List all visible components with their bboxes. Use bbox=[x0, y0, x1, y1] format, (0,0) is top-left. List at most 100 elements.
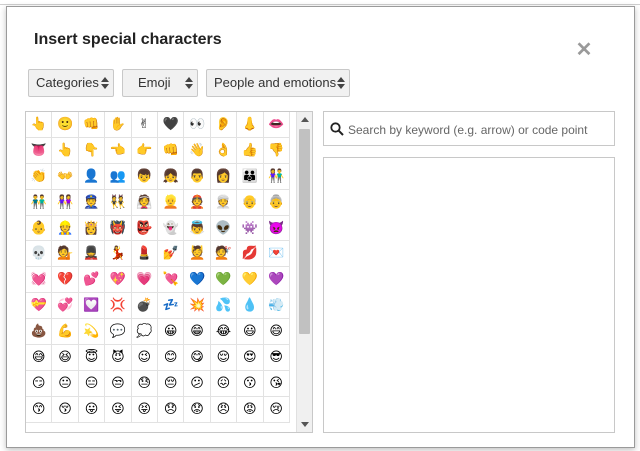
character-cell[interactable]: 👨 bbox=[184, 163, 211, 190]
character-cell[interactable]: 👎 bbox=[263, 137, 290, 164]
character-cell[interactable]: 💞 bbox=[52, 293, 79, 320]
character-cell[interactable]: 👋 bbox=[184, 137, 211, 164]
character-cell[interactable]: 👬 bbox=[26, 189, 53, 216]
character-cell[interactable]: 👊 bbox=[78, 112, 106, 138]
character-cell[interactable]: 💗 bbox=[131, 267, 158, 294]
character-cell[interactable]: 😊 bbox=[157, 345, 185, 371]
character-cell[interactable]: 👩 bbox=[210, 163, 238, 190]
search-input[interactable] bbox=[346, 115, 612, 144]
character-cell[interactable]: 👾 bbox=[237, 215, 264, 242]
character-cell[interactable]: 💦 bbox=[210, 293, 238, 320]
character-cell[interactable]: 👹 bbox=[105, 215, 132, 242]
character-cell[interactable]: 👇 bbox=[78, 137, 106, 164]
character-cell[interactable]: 😎 bbox=[263, 345, 290, 371]
character-cell[interactable]: 👊 bbox=[157, 137, 185, 164]
character-cell[interactable]: 💚 bbox=[210, 267, 238, 294]
character-cell[interactable]: 💃 bbox=[105, 241, 132, 268]
character-cell[interactable]: 👽 bbox=[210, 215, 238, 242]
character-cell[interactable]: 👆 bbox=[52, 137, 79, 164]
scroll-thumb[interactable] bbox=[299, 129, 310, 334]
character-cell[interactable]: 💢 bbox=[105, 293, 132, 320]
character-cell[interactable]: 💕 bbox=[78, 267, 106, 294]
scroll-up-arrow-icon[interactable] bbox=[301, 117, 309, 122]
character-cell[interactable]: 👈 bbox=[105, 137, 132, 164]
character-cell[interactable]: 😆 bbox=[52, 345, 79, 371]
character-cell[interactable]: 💄 bbox=[131, 241, 158, 268]
character-cell[interactable]: 🙂 bbox=[52, 112, 79, 138]
character-cell[interactable]: 😑 bbox=[78, 370, 106, 397]
character-cell[interactable]: 👍 bbox=[237, 137, 264, 164]
character-cell[interactable]: 👲 bbox=[184, 189, 211, 216]
character-cell[interactable]: 💛 bbox=[237, 267, 264, 294]
category-type-dropdown[interactable]: Categories bbox=[28, 69, 114, 97]
grid-scrollbar[interactable] bbox=[296, 112, 312, 432]
character-cell[interactable]: 💆 bbox=[184, 241, 211, 268]
character-cell[interactable]: 😒 bbox=[105, 370, 132, 397]
character-cell[interactable]: 👵 bbox=[263, 189, 290, 216]
character-cell[interactable]: 😅 bbox=[26, 345, 53, 371]
character-cell[interactable]: 💌 bbox=[263, 241, 290, 268]
character-cell[interactable]: 👿 bbox=[263, 215, 290, 242]
character-cell[interactable]: 💪 bbox=[52, 319, 79, 346]
character-cell[interactable]: 💇 bbox=[210, 241, 238, 268]
character-cell[interactable]: 👧 bbox=[157, 163, 185, 190]
character-cell[interactable]: ✌ bbox=[131, 112, 158, 138]
character-cell[interactable]: 👼 bbox=[184, 215, 211, 242]
character-cell[interactable]: 😛 bbox=[78, 396, 106, 423]
character-cell[interactable]: 💬 bbox=[105, 319, 132, 346]
character-cell[interactable]: 👤 bbox=[78, 163, 106, 190]
character-cell[interactable]: 💘 bbox=[157, 267, 185, 294]
character-cell[interactable]: 😍 bbox=[237, 345, 264, 371]
character-cell[interactable]: 💣 bbox=[131, 293, 158, 320]
character-cell[interactable]: 👄 bbox=[263, 112, 290, 138]
character-cell[interactable]: 👏 bbox=[26, 163, 53, 190]
character-cell[interactable]: 👴 bbox=[237, 189, 264, 216]
character-set-dropdown[interactable]: Emoji bbox=[122, 69, 198, 97]
character-cell[interactable]: 👸 bbox=[78, 215, 106, 242]
character-cell[interactable]: 😂 bbox=[210, 319, 238, 346]
character-cell[interactable]: 😌 bbox=[210, 345, 238, 371]
character-cell[interactable]: 👰 bbox=[131, 189, 158, 216]
character-cell[interactable]: 💂 bbox=[78, 241, 106, 268]
character-cell[interactable]: 👥 bbox=[105, 163, 132, 190]
character-cell[interactable]: 👺 bbox=[131, 215, 158, 242]
character-cell[interactable]: 💝 bbox=[26, 293, 53, 320]
character-cell[interactable]: 😕 bbox=[184, 370, 211, 397]
character-cell[interactable]: 👐 bbox=[52, 163, 79, 190]
character-cell[interactable]: 💅 bbox=[157, 241, 185, 268]
character-cell[interactable]: 💖 bbox=[105, 267, 132, 294]
search-box[interactable] bbox=[323, 111, 615, 146]
character-cell[interactable]: 💭 bbox=[131, 319, 158, 346]
character-cell[interactable]: ✋ bbox=[105, 112, 132, 138]
character-cell[interactable]: 👅 bbox=[26, 137, 53, 164]
character-cell[interactable]: 😇 bbox=[78, 345, 106, 371]
character-cell[interactable]: 😝 bbox=[131, 396, 158, 423]
character-cell[interactable]: 💙 bbox=[184, 267, 211, 294]
character-cell[interactable]: 😙 bbox=[26, 396, 53, 423]
character-cell[interactable]: 💤 bbox=[157, 293, 185, 320]
character-cell[interactable]: 👯 bbox=[105, 189, 132, 216]
character-cell[interactable]: 😉 bbox=[131, 345, 158, 371]
character-cell[interactable]: 💥 bbox=[184, 293, 211, 320]
character-cell[interactable]: 💀 bbox=[26, 241, 53, 268]
subcategory-dropdown[interactable]: People and emotions bbox=[206, 69, 350, 97]
character-cell[interactable]: 😖 bbox=[210, 370, 238, 397]
character-cell[interactable]: 😠 bbox=[210, 396, 238, 423]
character-cell[interactable]: 😃 bbox=[237, 319, 264, 346]
character-cell[interactable]: 👦 bbox=[131, 163, 158, 190]
character-cell[interactable]: 😀 bbox=[157, 319, 185, 346]
character-cell[interactable]: 😡 bbox=[237, 396, 264, 423]
character-cell[interactable]: 😈 bbox=[105, 345, 132, 371]
character-cell[interactable]: 💜 bbox=[263, 267, 290, 294]
character-cell[interactable]: 😏 bbox=[26, 370, 53, 397]
character-cell[interactable]: 😘 bbox=[263, 370, 290, 397]
character-cell[interactable]: 😋 bbox=[184, 345, 211, 371]
character-cell[interactable]: 💫 bbox=[78, 319, 106, 346]
character-cell[interactable]: 💧 bbox=[237, 293, 264, 320]
character-cell[interactable]: 👭 bbox=[52, 189, 79, 216]
character-cell[interactable]: 👱 bbox=[157, 189, 185, 216]
character-cell[interactable]: 😔 bbox=[157, 370, 185, 397]
character-cell[interactable]: 👻 bbox=[157, 215, 185, 242]
character-cell[interactable]: 😗 bbox=[237, 370, 264, 397]
character-cell[interactable]: 💟 bbox=[78, 293, 106, 320]
